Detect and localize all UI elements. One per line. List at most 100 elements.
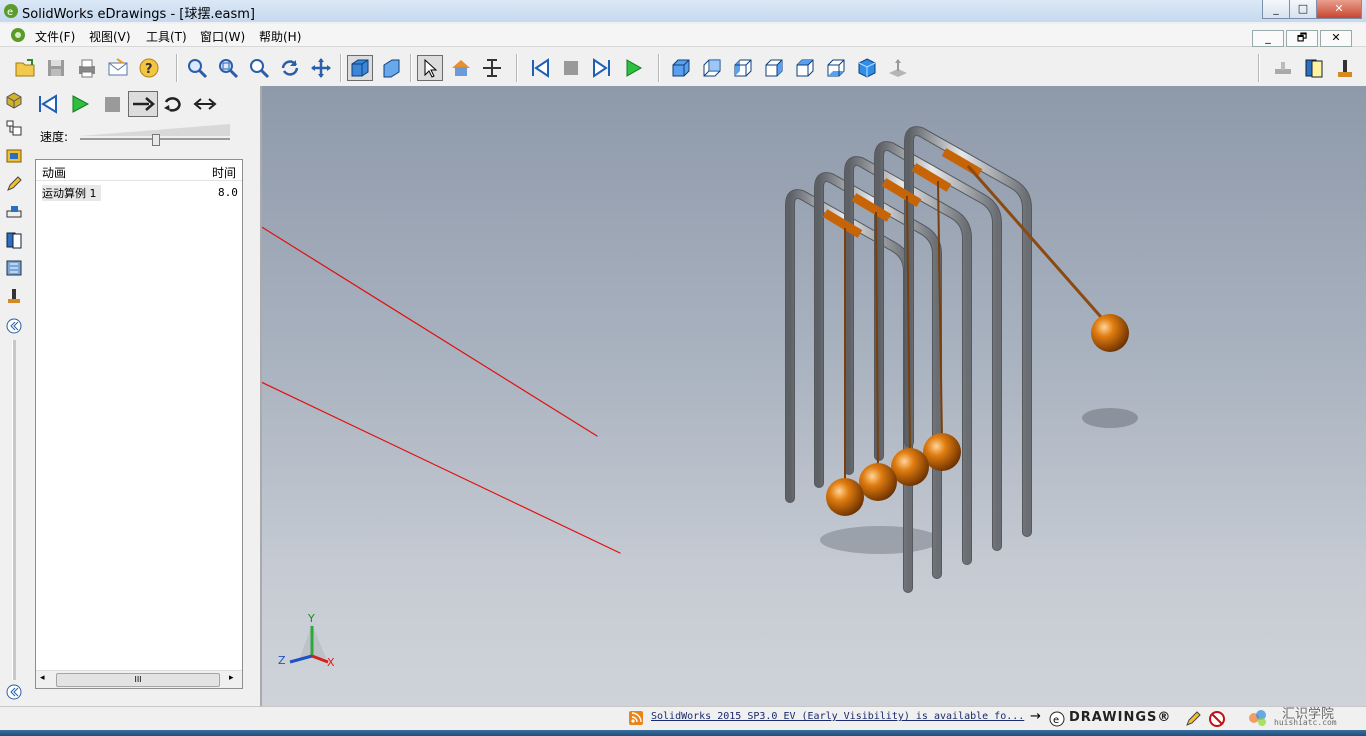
edrawings-app-icon: e <box>4 4 18 18</box>
menu-view[interactable]: 视图(V) <box>89 28 131 45</box>
menu-file[interactable]: 文件(F) <box>35 28 75 45</box>
status-bar: SolidWorks 2015 SP3.0 EV (Early Visibili… <box>0 706 1366 731</box>
view-front-icon[interactable] <box>668 55 694 81</box>
animation-play-icon[interactable] <box>66 92 94 116</box>
home-icon[interactable] <box>448 55 474 81</box>
window-title: SolidWorks eDrawings - [球摆.easm] <box>22 7 255 22</box>
pan-icon[interactable] <box>308 55 334 81</box>
edrawings-logo-icon: e <box>1049 711 1065 727</box>
arrow-icon: → <box>1030 709 1041 724</box>
collapse-panel-top-icon[interactable] <box>4 316 24 336</box>
no-markup-icon[interactable] <box>1208 710 1226 728</box>
strip-splitter[interactable] <box>12 340 16 680</box>
configurations-tab-icon[interactable] <box>4 118 24 138</box>
components-tab-icon[interactable] <box>4 90 24 110</box>
document-close-button[interactable]: ✕ <box>1320 30 1352 47</box>
menu-tools[interactable]: 工具(T) <box>146 28 187 45</box>
toolbar-separator <box>340 54 342 82</box>
animation-time: 8.0 <box>218 186 238 199</box>
animation-tab-icon[interactable] <box>4 258 24 278</box>
zoom-icon[interactable] <box>246 55 272 81</box>
mass-icon[interactable] <box>1332 55 1358 81</box>
brand-label: DRAWINGS® <box>1069 710 1172 725</box>
view-left-icon[interactable] <box>730 55 756 81</box>
column-time[interactable]: 时间 <box>212 164 236 181</box>
toolbar-separator <box>516 54 518 82</box>
measure-icon[interactable] <box>479 55 505 81</box>
window-close-button[interactable]: ✕ <box>1316 0 1362 19</box>
perspective-icon[interactable] <box>378 55 404 81</box>
svg-text:e: e <box>7 7 13 18</box>
email-icon[interactable] <box>105 55 131 81</box>
window-maximize-button[interactable]: □ <box>1289 0 1317 19</box>
scroll-left-icon[interactable]: ◂ <box>40 673 45 683</box>
document-restore-button[interactable]: 🗗 <box>1286 30 1318 47</box>
animation-list-header: 动画 时间 <box>36 160 242 181</box>
select-icon[interactable] <box>417 55 443 81</box>
animation-play-once-icon[interactable] <box>128 91 158 117</box>
rotate-icon[interactable] <box>277 55 303 81</box>
scroll-grip: III <box>134 675 142 684</box>
watermark-logo-icon <box>1249 710 1266 726</box>
markup-icon[interactable] <box>1301 55 1327 81</box>
zoom-fit-icon[interactable] <box>184 55 210 81</box>
update-notice-link[interactable]: SolidWorks 2015 SP3.0 EV (Early Visibili… <box>651 711 1024 722</box>
mass-properties-tab-icon[interactable] <box>4 230 24 250</box>
list-item[interactable]: 运动算例 1 8.0 <box>36 184 242 201</box>
axis-z-label: Z <box>278 654 286 667</box>
view-plane-icon[interactable] <box>885 55 911 81</box>
menu-window[interactable]: 窗口(W) <box>200 28 245 45</box>
toolbar-separator <box>410 54 412 82</box>
animation-list: 动画 时间 运动算例 1 8.0 ◂ III ▸ <box>35 159 243 689</box>
first-frame-icon[interactable] <box>527 55 553 81</box>
collapse-panel-bottom-icon[interactable] <box>4 682 24 702</box>
view-back-icon[interactable] <box>699 55 725 81</box>
column-animation[interactable]: 动画 <box>42 164 66 181</box>
document-icon <box>11 28 25 42</box>
side-tab-strip <box>0 86 29 706</box>
animation-loop-icon[interactable] <box>160 92 188 116</box>
horizontal-scrollbar[interactable]: ◂ III ▸ <box>36 670 242 688</box>
zoom-area-icon[interactable] <box>215 55 241 81</box>
speed-slider-thumb[interactable] <box>152 134 160 146</box>
toolbar-separator <box>176 54 178 82</box>
markup-pen-icon[interactable] <box>4 174 24 194</box>
animation-reciprocate-icon[interactable] <box>191 92 219 116</box>
3d-viewport[interactable]: Y X Z <box>262 86 1366 706</box>
shaded-icon[interactable] <box>347 55 373 81</box>
newtons-cradle-model <box>262 126 1138 593</box>
view-right-icon[interactable] <box>761 55 787 81</box>
view-iso-icon[interactable] <box>854 55 880 81</box>
scroll-right-icon[interactable]: ▸ <box>229 673 234 683</box>
sheets-tab-icon[interactable] <box>4 146 24 166</box>
play-icon[interactable] <box>620 55 646 81</box>
axis-x-label: X <box>327 656 335 669</box>
help-icon[interactable]: ? <box>136 55 162 81</box>
animation-stop-icon[interactable] <box>98 92 126 116</box>
markup-status-icon[interactable] <box>1184 710 1202 728</box>
next-frame-icon[interactable] <box>589 55 615 81</box>
main-toolbar: ? <box>0 50 1366 87</box>
animation-panel: 速度: 动画 时间 运动算例 1 8.0 ◂ III ▸ <box>28 86 262 706</box>
stamp-icon[interactable] <box>1270 55 1296 81</box>
toolbar-separator <box>1258 54 1260 82</box>
open-icon[interactable] <box>12 55 38 81</box>
animation-name[interactable]: 运动算例 1 <box>42 185 101 201</box>
window-minimize-button[interactable]: _ <box>1262 0 1290 19</box>
svg-text:?: ? <box>145 62 153 77</box>
stop-icon[interactable] <box>558 55 584 81</box>
watermark-url: huishiatc.com <box>1274 718 1337 727</box>
scroll-thumb[interactable]: III <box>56 673 220 687</box>
animation-first-frame-icon[interactable] <box>34 92 62 116</box>
save-icon[interactable] <box>43 55 69 81</box>
view-top-icon[interactable] <box>792 55 818 81</box>
measure-tab-icon[interactable] <box>4 202 24 222</box>
svg-text:e: e <box>1053 715 1059 726</box>
title-bar: e SolidWorks eDrawings - [球摆.easm] _ □ ✕ <box>0 0 1366 22</box>
print-icon[interactable] <box>74 55 100 81</box>
menu-bar: 文件(F) 视图(V) 工具(T) 窗口(W) 帮助(H) <box>0 24 1366 47</box>
view-bottom-icon[interactable] <box>823 55 849 81</box>
menu-help[interactable]: 帮助(H) <box>259 28 301 45</box>
document-minimize-button[interactable]: _ <box>1252 30 1284 47</box>
stamp-tab-icon[interactable] <box>4 286 24 306</box>
